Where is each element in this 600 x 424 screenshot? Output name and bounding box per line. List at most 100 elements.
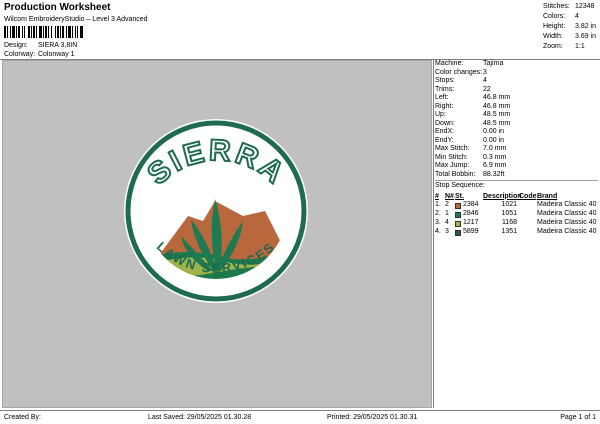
thread-code: 1051 <box>501 210 517 218</box>
created-by: Created By: <box>4 414 41 421</box>
color-swatch <box>455 211 461 218</box>
stats-panel: Stitches: 12348 Colors: 4 Height: 3.82 in W… <box>543 2 596 52</box>
machine-info-key: Total Bobbin: <box>435 170 476 178</box>
machine-info-value: 48.5 mm <box>483 111 511 118</box>
design-preview: SIERRA LAWN SERVICES <box>2 60 432 408</box>
machine-info-key: Min Stitch: <box>435 153 468 161</box>
last-saved: Last Saved: 29/05/2025 01.30.28 <box>148 414 252 421</box>
colorway-label: Colorway: <box>4 51 36 58</box>
machine-info-key: Down: <box>435 119 455 127</box>
color-swatch-cell: 2846 <box>455 210 483 219</box>
stop-table-header: # N# St. Description Code Brand <box>435 193 598 202</box>
machine-info-row: Total Bobbin: 88.32ft <box>435 171 598 180</box>
stop-index: 3. <box>435 219 441 227</box>
machine-info-value: 88.32ft <box>483 170 505 178</box>
colorway-row: Colorway: Colonway 1 <box>4 51 75 58</box>
stop-index: 4. <box>435 228 441 236</box>
thread-brand: Madeira Classic 40 <box>537 219 597 227</box>
machine-info-key: EndX: <box>435 128 455 135</box>
machine-info-row: Min Stitch: 0.3 mm <box>435 154 598 163</box>
design-label: Design: <box>4 42 28 49</box>
machine-info-value: 46.8 mm <box>483 102 511 110</box>
stop-index: 1. <box>435 201 441 209</box>
colorway-value: Colonway 1 <box>37 51 75 58</box>
machine-info-key: Left: <box>435 94 449 101</box>
embroidery-logo: SIERRA LAWN SERVICES <box>124 119 308 303</box>
stop-sequence-title: Stop Sequence: <box>435 180 598 191</box>
color-swatch <box>455 202 461 209</box>
thread-description: 1217 <box>463 219 479 227</box>
stat-stitches: Stitches: 12348 <box>543 3 595 10</box>
machine-info-key: Color changes: <box>435 68 483 76</box>
stop-table-header-cell: Brand <box>537 192 558 200</box>
stop-table-row: 4. 3 5899 1351 Madeira Classic 40 <box>435 228 598 237</box>
footer-bar: Created By: Last Saved: 29/05/2025 01.30… <box>0 410 600 424</box>
worksheet-title: Production Worksheet <box>4 2 111 13</box>
machine-info-row: Color changes: 3 <box>435 69 598 78</box>
machine-info-value: 4 <box>483 77 487 84</box>
color-swatch-cell: 2384 <box>455 201 483 210</box>
machine-info-row: Right: 46.8 mm <box>435 103 598 112</box>
stop-table-header-cell: St. <box>455 192 464 200</box>
machine-info-value: 7.0 mm <box>483 145 507 152</box>
stop-index: 2. <box>435 210 441 218</box>
machine-info-row: Up: 48.5 mm <box>435 111 598 120</box>
stop-table-row: 2. 1 2846 1051 Madeira Classic 40 <box>435 210 598 219</box>
needle-number: 3 <box>445 228 449 236</box>
stop-table-row: 1. 2 2384 1021 Madeira Classic 40 <box>435 201 598 210</box>
machine-info-row: Machine: Tajima <box>435 60 598 69</box>
stop-table-header-cell: N# <box>445 192 454 200</box>
color-swatch <box>455 220 461 227</box>
thread-code: 1021 <box>501 201 517 209</box>
thread-brand: Madeira Classic 40 <box>537 228 597 236</box>
stop-table-header-cell: Description <box>483 192 522 200</box>
machine-info-key: Max Jump: <box>435 162 470 169</box>
machine-info-key: Max Stitch: <box>435 145 470 152</box>
design-value: SIERA 3,8IN <box>37 42 78 49</box>
machine-info-key: EndY: <box>435 136 454 144</box>
machine-info-row: Max Jump: 6.9 mm <box>435 162 598 171</box>
machine-info-key: Stops: <box>435 77 455 84</box>
machine-info-row: Down: 48.5 mm <box>435 120 598 129</box>
machine-info-value: 46.8 mm <box>483 94 511 101</box>
design-name-row: Design: SIERA 3,8IN <box>4 42 77 49</box>
software-subtitle: Wilcom EmbroideryStudio – Level 3 Advanc… <box>4 16 148 23</box>
machine-info-key: Up: <box>435 111 446 118</box>
printed-date: Printed: 29/05/2025 01.30.31 <box>327 414 418 421</box>
thread-code: 1351 <box>501 228 517 236</box>
page-number: Page 1 of 1 <box>560 414 596 421</box>
machine-info-row: EndX: 0.00 in <box>435 128 598 137</box>
machine-info-key: Trims: <box>435 85 455 93</box>
machine-info-row: Trims: 22 <box>435 86 598 95</box>
machine-info-value: 22 <box>483 85 491 93</box>
needle-number: 1 <box>445 210 449 218</box>
machine-info-value: 3 <box>483 68 487 76</box>
machine-info-value: 48.5 mm <box>483 119 511 127</box>
machine-info-panel: Machine: Tajima Color changes: 3 Stops: 4 Trim… <box>435 60 598 237</box>
needle-number: 2 <box>445 201 449 209</box>
stat-width: Width: 3.69 in <box>543 33 597 40</box>
machine-info-value: 0.00 in <box>483 128 505 135</box>
machine-info-key: Machine: <box>435 60 464 67</box>
machine-info-row: Stops: 4 <box>435 77 598 86</box>
color-swatch-cell: 5899 <box>455 228 483 237</box>
stop-table-row: 3. 4 1217 1168 Madeira Classic 40 <box>435 219 598 228</box>
machine-info-row: Max Stitch: 7.0 mm <box>435 145 598 154</box>
machine-info-value: Tajima <box>483 60 504 67</box>
machine-info-value: 6.9 mm <box>483 162 507 169</box>
machine-info-value: 0.3 mm <box>483 153 507 161</box>
machine-info-row: Left: 46.8 mm <box>435 94 598 103</box>
color-swatch <box>455 229 461 236</box>
machine-info-key: Right: <box>435 102 454 110</box>
panel-divider <box>433 60 434 408</box>
machine-info-row: EndY: 0.00 in <box>435 137 598 146</box>
barcode <box>4 26 130 38</box>
color-swatch-cell: 1217 <box>455 219 483 228</box>
thread-description: 2384 <box>463 201 479 209</box>
needle-number: 4 <box>445 219 449 227</box>
stat-colors: Colors: 4 <box>543 13 579 20</box>
stop-table-header-cell: # <box>435 192 439 200</box>
thread-code: 1168 <box>501 219 517 227</box>
stop-table-header-cell: Code <box>519 192 537 200</box>
thread-brand: Madeira Classic 40 <box>537 201 597 209</box>
